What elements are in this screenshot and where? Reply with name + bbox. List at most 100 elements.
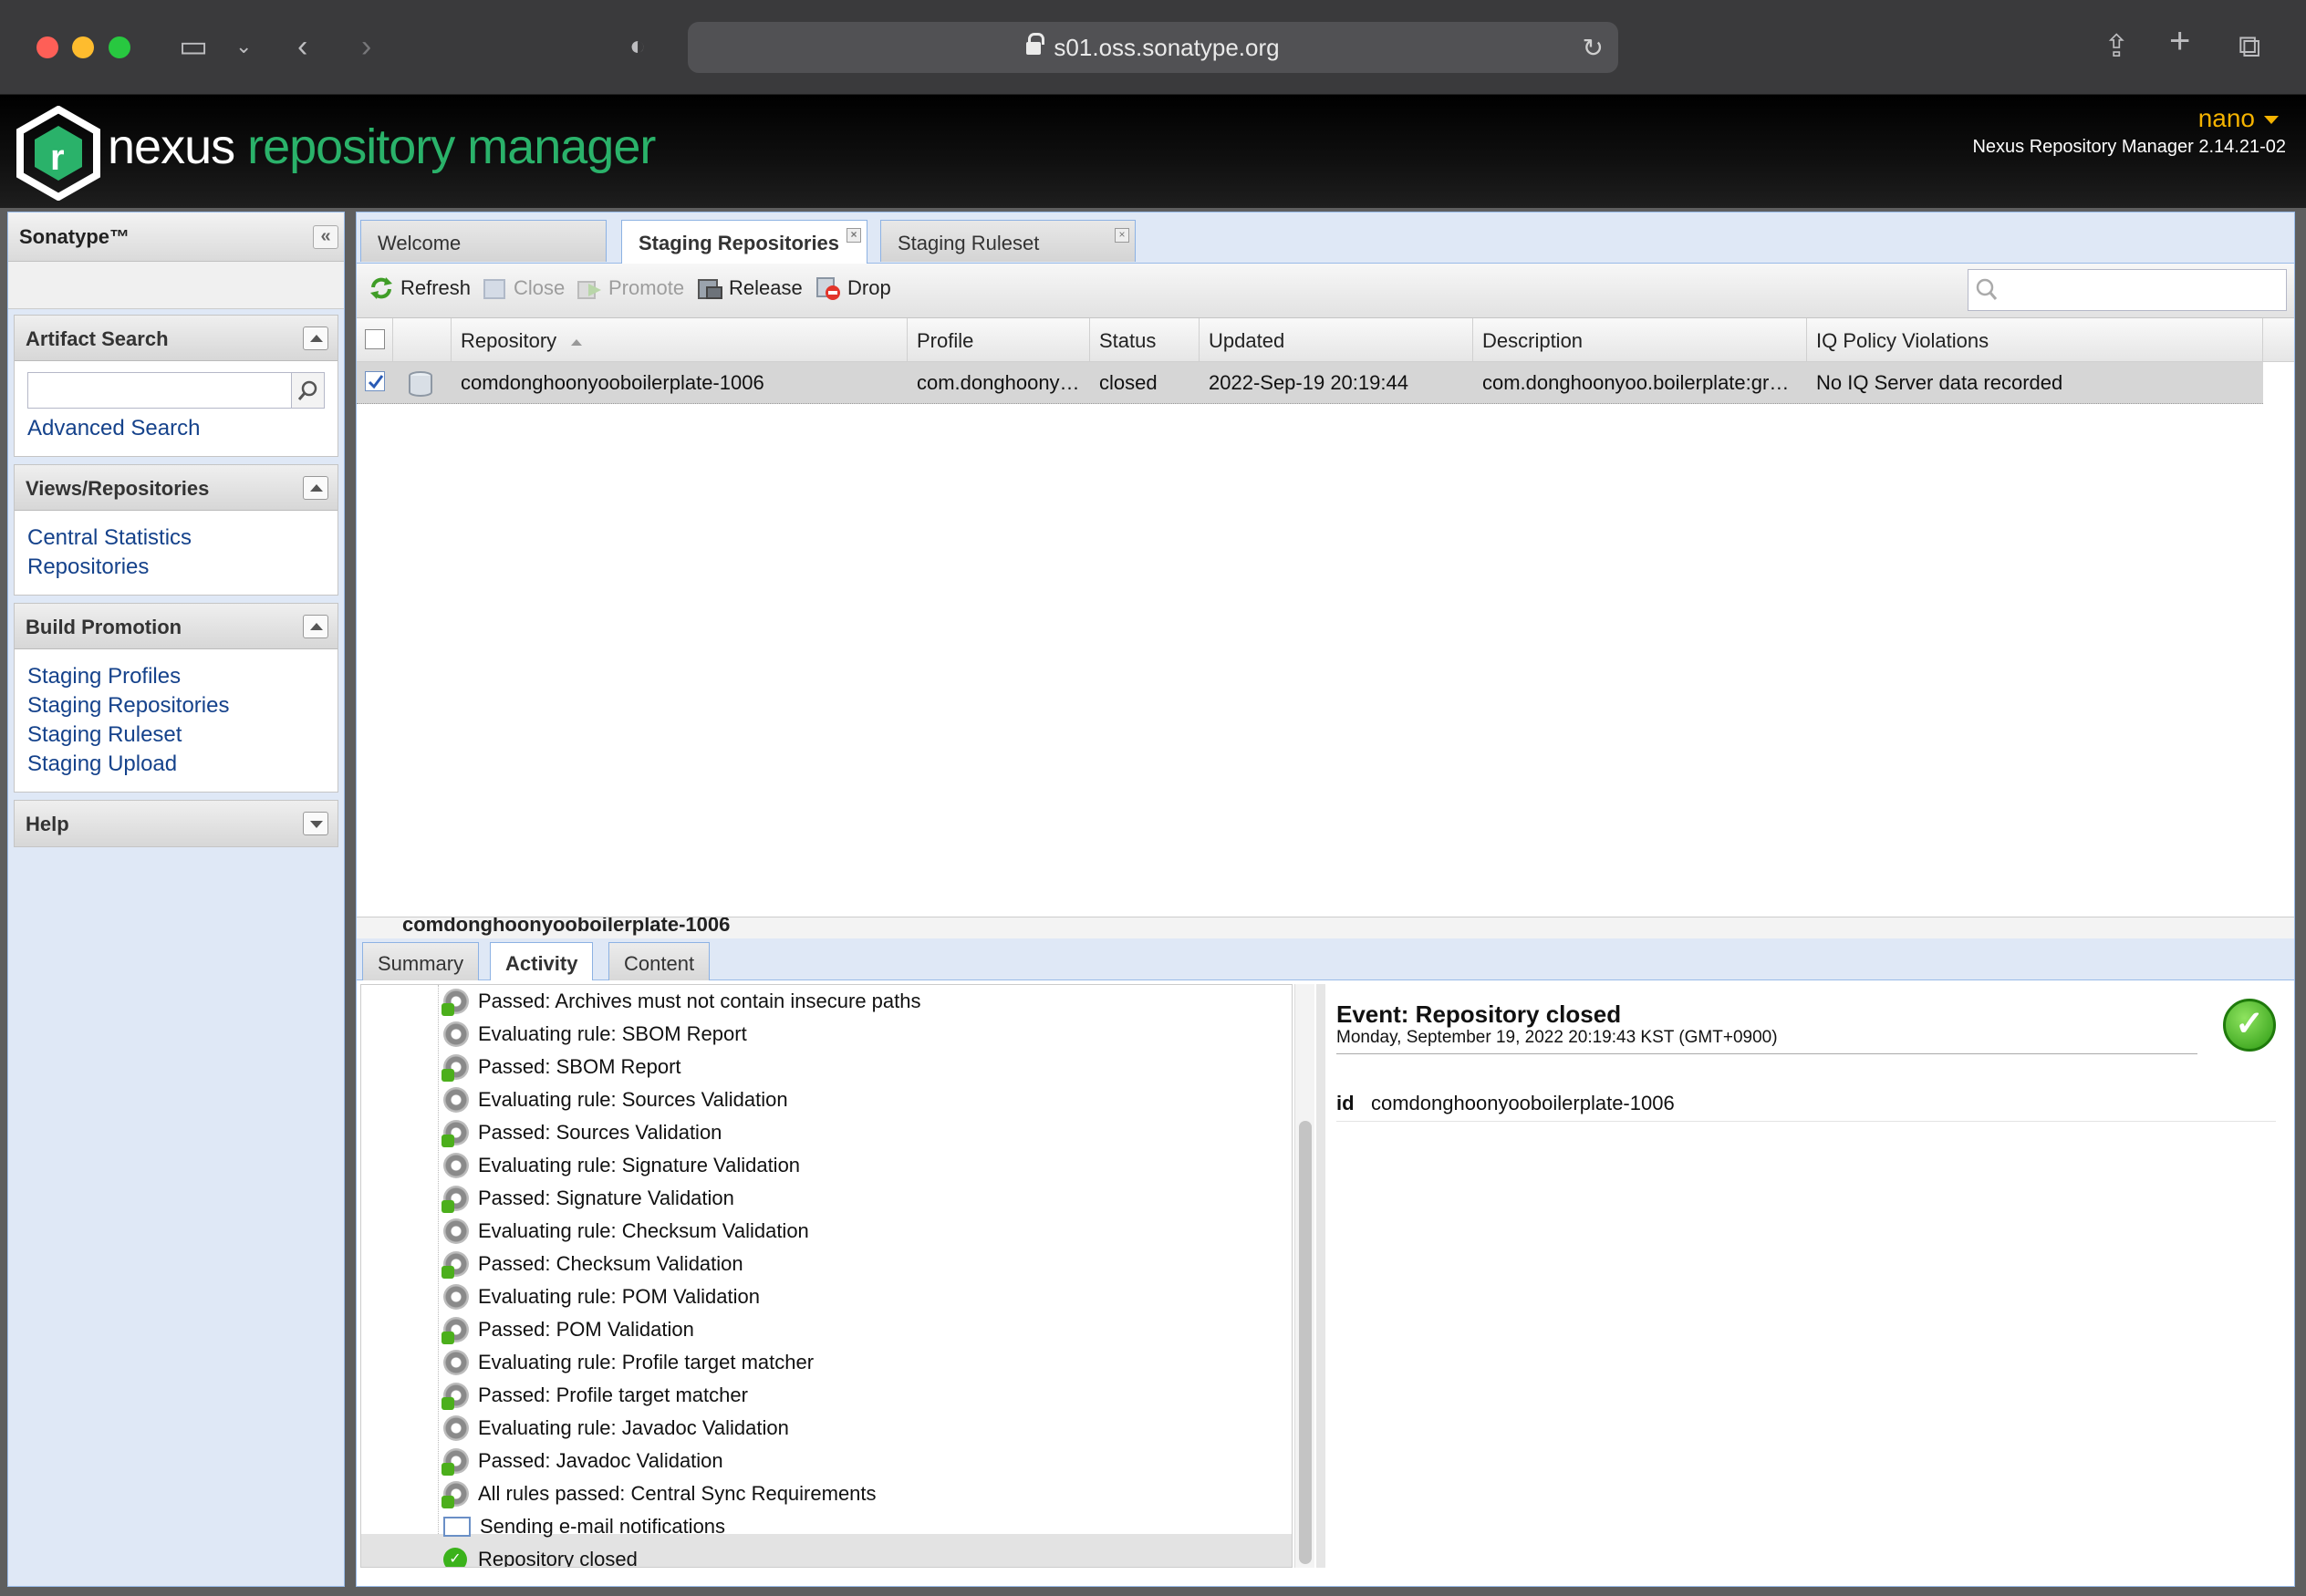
staging-profiles-link[interactable]: Staging Profiles [27, 662, 327, 691]
address-bar[interactable]: s01.oss.sonatype.org ↻ [688, 22, 1618, 73]
expand-down-icon[interactable] [303, 812, 328, 835]
release-button[interactable]: Release [696, 275, 803, 302]
list-item[interactable]: Passed: Checksum Validation [441, 1248, 743, 1280]
activity-tree[interactable]: Passed: Archives must not contain insecu… [360, 984, 1293, 1568]
staging-toolbar: Refresh Close Promote Release Drop [357, 264, 2294, 318]
tree-guide-line [438, 985, 439, 1550]
list-item[interactable]: Evaluating rule: Signature Validation [443, 1149, 800, 1182]
tab-staging-repositories[interactable]: Staging Repositories × [621, 220, 867, 264]
gear-icon [443, 1284, 469, 1310]
list-item[interactable]: Passed: POM Validation [441, 1313, 694, 1346]
artifact-search-input[interactable] [27, 372, 292, 409]
check-circle-icon: ✓ [443, 1548, 467, 1567]
list-item[interactable]: Evaluating rule: Profile target matcher [443, 1346, 814, 1379]
minimize-window-button[interactable] [72, 36, 94, 58]
column-iq-policy-violations[interactable]: IQ Policy Violations [1807, 318, 2263, 362]
list-item[interactable]: All rules passed: Central Sync Requireme… [441, 1477, 877, 1510]
svg-text:r: r [50, 138, 65, 178]
close-tab-icon[interactable]: × [847, 228, 861, 243]
release-icon [698, 279, 722, 299]
list-item[interactable]: Passed: Archives must not contain insecu… [441, 985, 920, 1018]
staging-upload-link[interactable]: Staging Upload [27, 750, 327, 779]
search-icon[interactable] [292, 372, 325, 409]
lock-icon [1026, 33, 1045, 57]
back-icon[interactable]: ‹ [297, 31, 307, 62]
table-row[interactable]: comdonghoonyooboilerplate-1006 com.dongh… [357, 362, 2263, 404]
event-date: Monday, September 19, 2022 20:19:43 KST … [1336, 1028, 1778, 1047]
column-repository[interactable]: Repository [452, 318, 908, 362]
list-item[interactable]: Passed: Sources Validation [441, 1116, 722, 1149]
panel-splitter[interactable] [1316, 984, 1325, 1568]
list-item[interactable]: Passed: Javadoc Validation [441, 1445, 723, 1477]
collapse-up-icon[interactable] [303, 615, 328, 638]
collapse-left-button[interactable]: « [313, 225, 338, 249]
column-status[interactable]: Status [1090, 318, 1200, 362]
staging-ruleset-link[interactable]: Staging Ruleset [27, 720, 327, 750]
share-icon[interactable]: ⇪ [2103, 31, 2130, 62]
new-tab-icon[interactable]: + [2169, 23, 2190, 59]
list-item[interactable]: Sending e-mail notifications [443, 1510, 725, 1543]
tab-welcome[interactable]: Welcome [360, 220, 607, 262]
tab-summary[interactable]: Summary [362, 942, 480, 980]
gear-icon [443, 1021, 469, 1047]
refresh-button[interactable]: Refresh [368, 275, 471, 302]
collapse-up-icon[interactable] [303, 326, 328, 350]
help-header[interactable]: Help [15, 801, 338, 846]
chevron-down-icon[interactable]: ⌄ [235, 31, 252, 62]
artifact-search-header[interactable]: Artifact Search [15, 316, 338, 361]
zoom-window-button[interactable] [109, 36, 130, 58]
gear-icon [443, 1087, 469, 1113]
event-title: Event: Repository closed [1336, 1000, 1622, 1028]
repositories-link[interactable]: Repositories [27, 553, 327, 582]
list-item[interactable]: Passed: Signature Validation [441, 1182, 734, 1215]
list-item[interactable]: Evaluating rule: Javadoc Validation [443, 1412, 789, 1445]
divider [1336, 1053, 2197, 1054]
divider [1336, 1121, 2276, 1122]
drop-button[interactable]: Drop [815, 275, 891, 302]
left-nav-panel: Sonatype™ « Artifact Search Advanced Sea… [7, 212, 345, 1587]
close-tab-icon[interactable]: × [1115, 228, 1129, 243]
list-item[interactable]: Passed: Profile target matcher [441, 1379, 748, 1412]
repository-filter-input[interactable] [1968, 269, 2287, 311]
tab-staging-ruleset[interactable]: Staging Ruleset × [880, 220, 1136, 262]
success-check-icon: ✓ [2223, 999, 2276, 1052]
list-item[interactable]: ✓ Repository closed [443, 1543, 638, 1567]
gear-check-icon [441, 1317, 469, 1344]
promote-button[interactable]: Promote [576, 275, 684, 302]
row-checkbox[interactable] [365, 371, 385, 391]
tab-overview-icon[interactable]: ⧉ [2238, 31, 2260, 62]
gear-check-icon [441, 1120, 469, 1147]
activity-scrollbar[interactable] [1294, 984, 1314, 1568]
close-button[interactable]: Close [481, 275, 565, 302]
column-updated[interactable]: Updated [1200, 318, 1473, 362]
central-statistics-link[interactable]: Central Statistics [27, 523, 327, 553]
build-promotion-header[interactable]: Build Promotion [15, 604, 338, 649]
views-repositories-header[interactable]: Views/Repositories [15, 465, 338, 511]
gear-check-icon [441, 989, 469, 1016]
select-all-checkbox[interactable] [365, 329, 385, 349]
list-item[interactable]: Evaluating rule: Checksum Validation [443, 1215, 809, 1248]
tab-activity[interactable]: Activity [490, 942, 594, 980]
privacy-shield-icon[interactable]: ◐ [629, 31, 646, 62]
scrollbar-thumb[interactable] [1299, 1121, 1312, 1564]
event-property-value: comdonghoonyooboilerplate-1006 [1371, 1092, 1675, 1114]
collapse-up-icon[interactable] [303, 476, 328, 500]
main-tab-bar: Welcome Staging Repositories × Staging R… [357, 212, 2294, 264]
list-item[interactable]: Evaluating rule: POM Validation [443, 1280, 760, 1313]
staging-repositories-link[interactable]: Staging Repositories [27, 691, 327, 720]
tab-content[interactable]: Content [608, 942, 711, 980]
reload-icon[interactable]: ↻ [1583, 33, 1604, 63]
url-text: s01.oss.sonatype.org [1054, 33, 1280, 61]
forward-icon[interactable]: › [361, 31, 371, 62]
close-window-button[interactable] [36, 36, 58, 58]
close-repo-icon [483, 279, 505, 299]
list-item[interactable]: Passed: SBOM Report [441, 1051, 681, 1083]
advanced-search-link[interactable]: Advanced Search [27, 414, 327, 443]
sidebar-toggle-icon[interactable]: ▭ [179, 31, 208, 62]
list-item[interactable]: Evaluating rule: SBOM Report [443, 1018, 747, 1051]
column-description[interactable]: Description [1473, 318, 1807, 362]
user-menu[interactable]: nano [2198, 104, 2279, 133]
list-item[interactable]: Evaluating rule: Sources Validation [443, 1083, 788, 1116]
column-profile[interactable]: Profile [908, 318, 1090, 362]
help-panel: Help [14, 800, 338, 847]
